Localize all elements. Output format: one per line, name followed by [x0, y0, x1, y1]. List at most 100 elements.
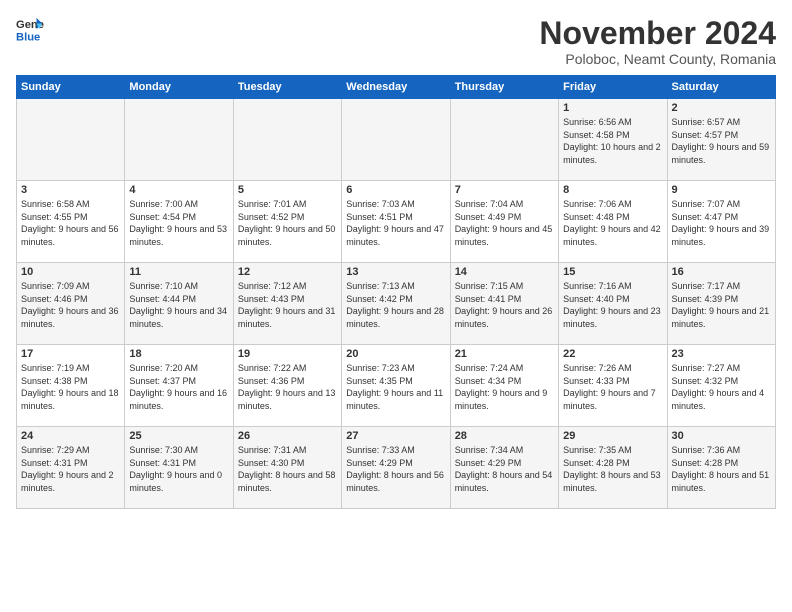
- sunrise: Sunrise: 7:30 AM: [129, 445, 198, 455]
- day-number: 2: [672, 102, 771, 114]
- header-thursday: Thursday: [450, 76, 558, 99]
- calendar-week-3: 10 Sunrise: 7:09 AM Sunset: 4:46 PM Dayl…: [17, 263, 776, 345]
- main-title: November 2024: [539, 16, 776, 51]
- sunrise: Sunrise: 7:06 AM: [563, 199, 632, 209]
- calendar-cell: 23 Sunrise: 7:27 AM Sunset: 4:32 PM Dayl…: [667, 345, 775, 427]
- calendar-cell: 9 Sunrise: 7:07 AM Sunset: 4:47 PM Dayli…: [667, 181, 775, 263]
- day-number: 14: [455, 266, 554, 278]
- sunrise: Sunrise: 7:03 AM: [346, 199, 415, 209]
- day-number: 26: [238, 430, 337, 442]
- daylight: Daylight: 9 hours and 59 minutes.: [672, 142, 770, 165]
- calendar-cell: 29 Sunrise: 7:35 AM Sunset: 4:28 PM Dayl…: [559, 427, 667, 509]
- calendar-week-5: 24 Sunrise: 7:29 AM Sunset: 4:31 PM Dayl…: [17, 427, 776, 509]
- day-info: Sunrise: 7:27 AM Sunset: 4:32 PM Dayligh…: [672, 362, 771, 412]
- calendar-cell: 6 Sunrise: 7:03 AM Sunset: 4:51 PM Dayli…: [342, 181, 450, 263]
- calendar-cell: 26 Sunrise: 7:31 AM Sunset: 4:30 PM Dayl…: [233, 427, 341, 509]
- sunrise: Sunrise: 7:36 AM: [672, 445, 741, 455]
- sunset: Sunset: 4:30 PM: [238, 458, 305, 468]
- daylight: Daylight: 9 hours and 31 minutes.: [238, 306, 336, 329]
- day-number: 19: [238, 348, 337, 360]
- calendar-cell: 2 Sunrise: 6:57 AM Sunset: 4:57 PM Dayli…: [667, 99, 775, 181]
- sunset: Sunset: 4:31 PM: [21, 458, 88, 468]
- calendar-cell: 25 Sunrise: 7:30 AM Sunset: 4:31 PM Dayl…: [125, 427, 233, 509]
- daylight: Daylight: 9 hours and 42 minutes.: [563, 224, 661, 247]
- day-number: 30: [672, 430, 771, 442]
- sunrise: Sunrise: 7:13 AM: [346, 281, 415, 291]
- calendar-cell: 11 Sunrise: 7:10 AM Sunset: 4:44 PM Dayl…: [125, 263, 233, 345]
- sunrise: Sunrise: 7:20 AM: [129, 363, 198, 373]
- daylight: Daylight: 9 hours and 34 minutes.: [129, 306, 227, 329]
- daylight: Daylight: 10 hours and 2 minutes.: [563, 142, 661, 165]
- day-number: 24: [21, 430, 120, 442]
- calendar-cell: 18 Sunrise: 7:20 AM Sunset: 4:37 PM Dayl…: [125, 345, 233, 427]
- sunset: Sunset: 4:57 PM: [672, 130, 739, 140]
- day-number: 29: [563, 430, 662, 442]
- sunset: Sunset: 4:46 PM: [21, 294, 88, 304]
- sunrise: Sunrise: 7:19 AM: [21, 363, 90, 373]
- sunset: Sunset: 4:49 PM: [455, 212, 522, 222]
- sunset: Sunset: 4:28 PM: [563, 458, 630, 468]
- header-saturday: Saturday: [667, 76, 775, 99]
- daylight: Daylight: 9 hours and 26 minutes.: [455, 306, 553, 329]
- page: General Blue General Blue November 2024 …: [0, 0, 792, 612]
- sunrise: Sunrise: 7:17 AM: [672, 281, 741, 291]
- day-number: 5: [238, 184, 337, 196]
- sunset: Sunset: 4:41 PM: [455, 294, 522, 304]
- day-info: Sunrise: 7:04 AM Sunset: 4:49 PM Dayligh…: [455, 198, 554, 248]
- sunrise: Sunrise: 7:34 AM: [455, 445, 524, 455]
- day-number: 18: [129, 348, 228, 360]
- header: General Blue General Blue November 2024 …: [16, 16, 776, 67]
- day-number: 3: [21, 184, 120, 196]
- day-number: 16: [672, 266, 771, 278]
- day-info: Sunrise: 7:26 AM Sunset: 4:33 PM Dayligh…: [563, 362, 662, 412]
- day-info: Sunrise: 7:22 AM Sunset: 4:36 PM Dayligh…: [238, 362, 337, 412]
- sunset: Sunset: 4:35 PM: [346, 376, 413, 386]
- day-info: Sunrise: 7:24 AM Sunset: 4:34 PM Dayligh…: [455, 362, 554, 412]
- sunrise: Sunrise: 7:12 AM: [238, 281, 307, 291]
- sunrise: Sunrise: 7:16 AM: [563, 281, 632, 291]
- day-info: Sunrise: 7:30 AM Sunset: 4:31 PM Dayligh…: [129, 444, 228, 494]
- calendar-cell: 27 Sunrise: 7:33 AM Sunset: 4:29 PM Dayl…: [342, 427, 450, 509]
- day-number: 15: [563, 266, 662, 278]
- day-number: 7: [455, 184, 554, 196]
- daylight: Daylight: 9 hours and 0 minutes.: [129, 470, 222, 493]
- sunset: Sunset: 4:40 PM: [563, 294, 630, 304]
- title-section: November 2024 Poloboc, Neamt County, Rom…: [539, 16, 776, 67]
- day-number: 10: [21, 266, 120, 278]
- sunset: Sunset: 4:38 PM: [21, 376, 88, 386]
- calendar-week-1: 1 Sunrise: 6:56 AM Sunset: 4:58 PM Dayli…: [17, 99, 776, 181]
- header-friday: Friday: [559, 76, 667, 99]
- sunrise: Sunrise: 6:58 AM: [21, 199, 90, 209]
- sunset: Sunset: 4:44 PM: [129, 294, 196, 304]
- daylight: Daylight: 8 hours and 51 minutes.: [672, 470, 770, 493]
- sunset: Sunset: 4:55 PM: [21, 212, 88, 222]
- day-info: Sunrise: 7:34 AM Sunset: 4:29 PM Dayligh…: [455, 444, 554, 494]
- day-number: 11: [129, 266, 228, 278]
- daylight: Daylight: 9 hours and 28 minutes.: [346, 306, 444, 329]
- calendar-cell: 7 Sunrise: 7:04 AM Sunset: 4:49 PM Dayli…: [450, 181, 558, 263]
- calendar-cell: [450, 99, 558, 181]
- calendar-cell: 12 Sunrise: 7:12 AM Sunset: 4:43 PM Dayl…: [233, 263, 341, 345]
- sunrise: Sunrise: 7:31 AM: [238, 445, 307, 455]
- day-number: 20: [346, 348, 445, 360]
- day-info: Sunrise: 7:00 AM Sunset: 4:54 PM Dayligh…: [129, 198, 228, 248]
- daylight: Daylight: 9 hours and 23 minutes.: [563, 306, 661, 329]
- header-wednesday: Wednesday: [342, 76, 450, 99]
- calendar-cell: 21 Sunrise: 7:24 AM Sunset: 4:34 PM Dayl…: [450, 345, 558, 427]
- sunrise: Sunrise: 7:33 AM: [346, 445, 415, 455]
- daylight: Daylight: 9 hours and 16 minutes.: [129, 388, 227, 411]
- daylight: Daylight: 9 hours and 2 minutes.: [21, 470, 114, 493]
- sunrise: Sunrise: 6:56 AM: [563, 117, 632, 127]
- day-number: 9: [672, 184, 771, 196]
- calendar-cell: 24 Sunrise: 7:29 AM Sunset: 4:31 PM Dayl…: [17, 427, 125, 509]
- sunrise: Sunrise: 7:24 AM: [455, 363, 524, 373]
- day-info: Sunrise: 7:23 AM Sunset: 4:35 PM Dayligh…: [346, 362, 445, 412]
- daylight: Daylight: 9 hours and 21 minutes.: [672, 306, 770, 329]
- sunrise: Sunrise: 7:27 AM: [672, 363, 741, 373]
- daylight: Daylight: 9 hours and 53 minutes.: [129, 224, 227, 247]
- day-info: Sunrise: 7:09 AM Sunset: 4:46 PM Dayligh…: [21, 280, 120, 330]
- daylight: Daylight: 8 hours and 53 minutes.: [563, 470, 661, 493]
- day-info: Sunrise: 7:01 AM Sunset: 4:52 PM Dayligh…: [238, 198, 337, 248]
- calendar-cell: 13 Sunrise: 7:13 AM Sunset: 4:42 PM Dayl…: [342, 263, 450, 345]
- day-info: Sunrise: 6:58 AM Sunset: 4:55 PM Dayligh…: [21, 198, 120, 248]
